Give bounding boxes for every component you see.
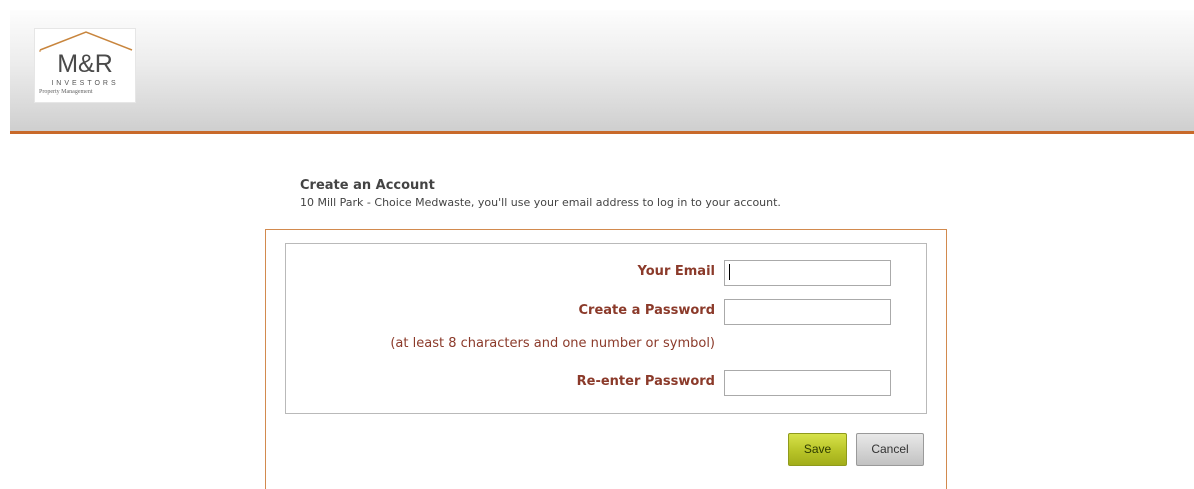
page-description: 10 Mill Park - Choice Medwaste, you'll u… [300,196,781,209]
password-label: Create a Password [578,303,715,318]
reenter-label: Re-enter Password [576,374,715,389]
logo-tagline: Property Management [39,89,93,95]
password-hint: (at least 8 characters and one number or… [390,336,715,351]
company-logo[interactable]: M&R INVESTORS Property Management [34,28,136,103]
cancel-button[interactable]: Cancel [856,433,924,466]
page-title: Create an Account [300,178,435,193]
create-account-card: Your Email Create a Password (at least 8… [265,229,947,489]
site-header: M&R INVESTORS Property Management [10,10,1194,134]
intro-section: Create an Account 10 Mill Park - Choice … [300,177,1000,211]
save-button[interactable]: Save [788,433,847,466]
fields-panel: Your Email Create a Password (at least 8… [285,243,927,414]
text-caret [729,264,730,280]
password-field[interactable] [724,299,891,325]
email-label: Your Email [637,264,715,279]
email-field[interactable] [724,260,891,286]
logo-mark: M&R [57,50,113,78]
logo-wordmark: INVESTORS [51,80,119,87]
reenter-password-field[interactable] [724,370,891,396]
roof-icon [39,31,133,52]
